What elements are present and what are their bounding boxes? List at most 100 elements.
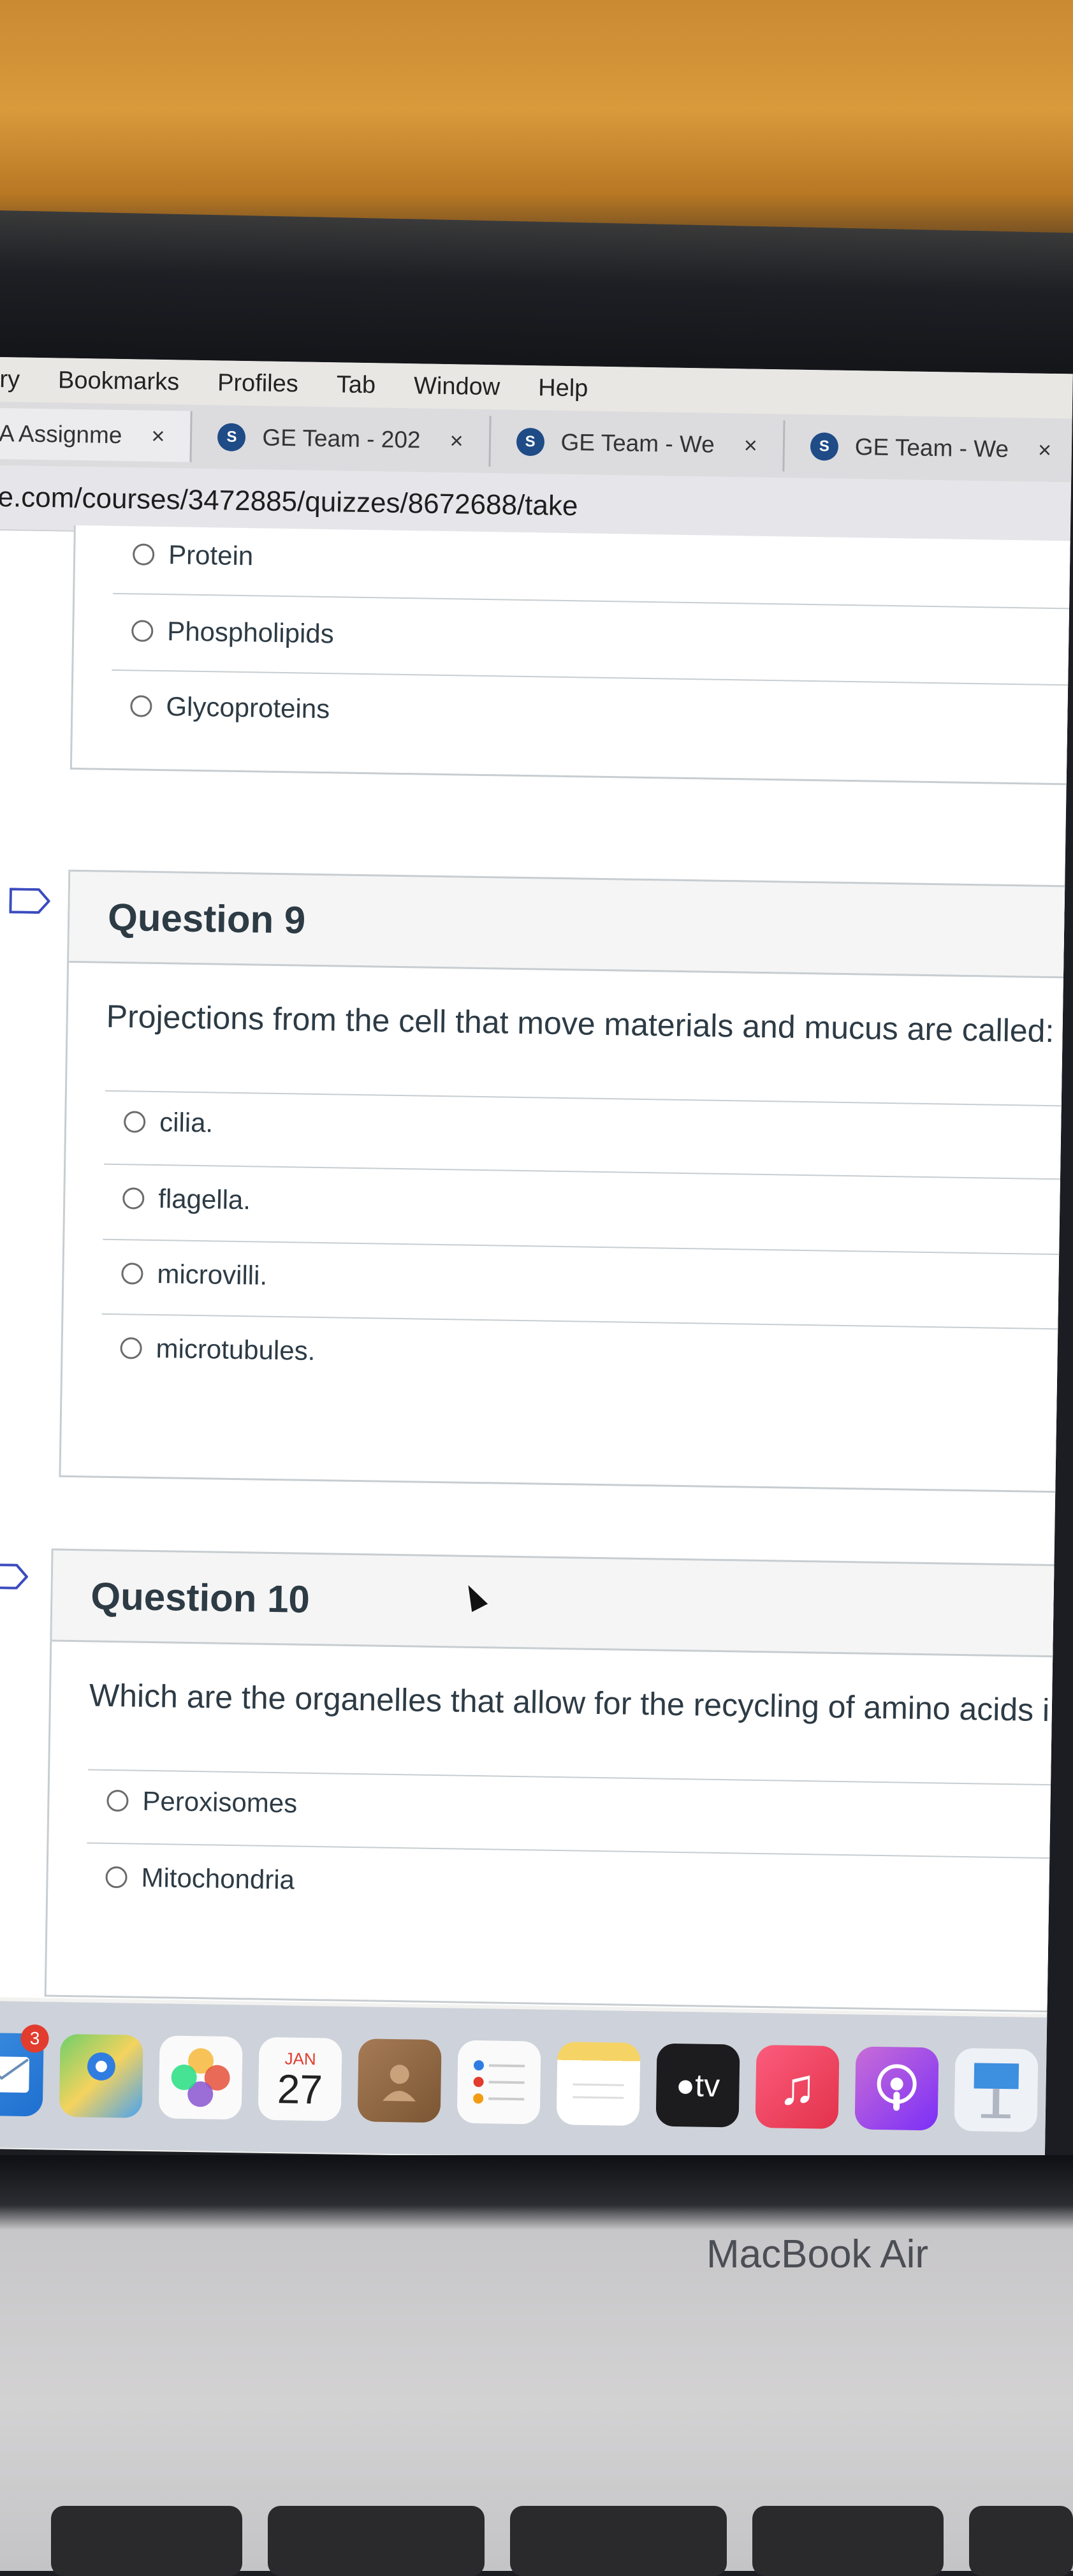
radio-button[interactable] xyxy=(120,1337,142,1359)
answer-label: Protein xyxy=(168,539,254,571)
quiz-content: Protein Phospholipids Glycoproteins Ques… xyxy=(0,525,1073,2014)
notes-app-icon[interactable] xyxy=(556,2042,641,2126)
tab-label: GE Team - 202 xyxy=(262,424,421,453)
radio-button[interactable] xyxy=(132,543,155,566)
podcast-icon xyxy=(877,2064,917,2111)
sharepoint-icon: S xyxy=(516,427,544,457)
tab-ge-team-1[interactable]: S GE Team - 202 × xyxy=(191,411,492,467)
background-desk xyxy=(0,0,1073,242)
answer-option[interactable]: microvilli. xyxy=(121,1258,267,1291)
question-title: Question 9 xyxy=(107,895,306,942)
menu-help[interactable]: Help xyxy=(538,374,588,402)
question-text: Which are the organelles that allow for … xyxy=(89,1677,1050,1729)
answer-label: Glycoproteins xyxy=(166,691,330,724)
podium-icon xyxy=(974,2063,1019,2119)
photos-app-icon[interactable] xyxy=(158,2035,243,2120)
keyboard-key xyxy=(51,2506,242,2576)
close-icon[interactable]: × xyxy=(743,432,758,458)
reminders-app-icon[interactable] xyxy=(456,2040,541,2125)
podcasts-app-icon[interactable] xyxy=(854,2046,939,2131)
answer-option[interactable]: Peroxisomes xyxy=(106,1785,298,1819)
map-pin-icon xyxy=(87,2052,115,2081)
notification-badge: 3 xyxy=(20,2024,49,2053)
calendar-app-icon[interactable]: JAN 27 xyxy=(258,2037,342,2121)
answer-label: Mitochondria xyxy=(141,1862,295,1895)
keynote-app-icon[interactable] xyxy=(954,2047,1039,2132)
address-url[interactable]: e.com/courses/3472885/quizzes/8672688/ta… xyxy=(0,481,578,522)
keyboard-key xyxy=(268,2506,485,2576)
menu-window[interactable]: Window xyxy=(414,372,500,401)
answer-option[interactable]: microtubules. xyxy=(120,1333,316,1366)
radio-button[interactable] xyxy=(105,1866,128,1889)
answer-option[interactable]: flagella. xyxy=(122,1183,251,1215)
keyboard-key xyxy=(752,2506,944,2576)
apple-logo-icon: ● xyxy=(675,2067,696,2104)
flag-question-icon[interactable] xyxy=(0,1563,29,1590)
maps-app-icon[interactable] xyxy=(59,2033,143,2118)
divider xyxy=(103,1238,1073,1255)
music-app-icon[interactable]: ♫ xyxy=(755,2044,840,2129)
close-icon[interactable]: × xyxy=(1038,437,1052,464)
divider xyxy=(105,1090,1073,1107)
device-label: MacBook Air xyxy=(706,2232,929,2276)
photos-flower-icon xyxy=(171,2048,230,2107)
menu-history[interactable]: ry xyxy=(0,365,20,393)
divider xyxy=(87,1842,1069,1859)
menu-tab[interactable]: Tab xyxy=(336,371,376,399)
question-header: Question 9 xyxy=(69,869,1073,979)
person-icon xyxy=(383,2065,416,2102)
tab-ge-team-2[interactable]: S GE Team - We × xyxy=(490,416,785,472)
radio-button[interactable] xyxy=(122,1187,145,1210)
question-9-card: Question 9 Projections from the cell tha… xyxy=(59,869,1073,1493)
radio-button[interactable] xyxy=(123,1111,146,1133)
divider xyxy=(113,592,1073,610)
mail-app-icon[interactable]: 3 xyxy=(0,2024,49,2117)
close-icon[interactable]: × xyxy=(449,427,464,454)
close-icon[interactable]: × xyxy=(151,423,165,450)
tab-label: GE Team - We xyxy=(560,428,715,458)
question-header: Question 10 xyxy=(52,1548,1073,1658)
answer-option[interactable]: Phospholipids xyxy=(131,615,334,649)
menu-profiles[interactable]: Profiles xyxy=(217,369,298,398)
calendar-day: 27 xyxy=(277,2065,323,2112)
menu-bookmarks[interactable]: Bookmarks xyxy=(58,367,180,396)
keyboard-key xyxy=(510,2506,727,2576)
music-note-icon: ♫ xyxy=(777,2058,817,2116)
question-title: Question 10 xyxy=(90,1574,310,1621)
screen: ry Bookmarks Profiles Tab Window Help A … xyxy=(0,357,1073,2166)
tv-label: tv xyxy=(694,2067,720,2104)
tab-ge-team-3[interactable]: S GE Team - We × xyxy=(784,420,1073,476)
dock: 3 JAN 27 ● tv ♫ xyxy=(0,2000,1058,2165)
answer-label: Phospholipids xyxy=(166,616,335,649)
divider xyxy=(112,669,1073,687)
sharepoint-icon: S xyxy=(810,432,839,461)
radio-button[interactable] xyxy=(121,1262,143,1285)
radio-button[interactable] xyxy=(131,620,154,642)
question-text: Projections from the cell that move mate… xyxy=(106,998,1055,1050)
answer-option[interactable]: Mitochondria xyxy=(105,1862,295,1896)
answer-option[interactable]: Glycoproteins xyxy=(130,691,330,724)
previous-question-card: Protein Phospholipids Glycoproteins xyxy=(69,525,1073,786)
apple-tv-app-icon[interactable]: ● tv xyxy=(655,2043,740,2128)
divider xyxy=(88,1769,1070,1786)
answer-label: microtubules. xyxy=(156,1333,316,1366)
tab-assignment[interactable]: A Assignme × xyxy=(0,407,193,462)
answer-label: microvilli. xyxy=(157,1259,268,1291)
tab-label: GE Team - We xyxy=(854,434,1009,462)
contacts-app-icon[interactable] xyxy=(357,2038,442,2123)
answer-option[interactable]: cilia. xyxy=(123,1106,214,1138)
answer-label: Peroxisomes xyxy=(142,1785,298,1819)
answer-option[interactable]: Protein xyxy=(132,539,254,571)
divider xyxy=(101,1313,1073,1330)
answer-label: cilia. xyxy=(159,1107,214,1138)
notes-lines-icon xyxy=(573,2083,624,2099)
list-icon xyxy=(473,2060,525,2104)
keyboard-key xyxy=(969,2506,1073,2576)
radio-button[interactable] xyxy=(106,1789,129,1812)
sharepoint-icon: S xyxy=(217,423,246,452)
flag-question-icon[interactable] xyxy=(9,888,50,914)
answer-label: flagella. xyxy=(157,1183,251,1215)
tab-label: A Assignme xyxy=(0,420,122,449)
radio-button[interactable] xyxy=(130,695,152,717)
envelope-icon xyxy=(0,2056,30,2093)
